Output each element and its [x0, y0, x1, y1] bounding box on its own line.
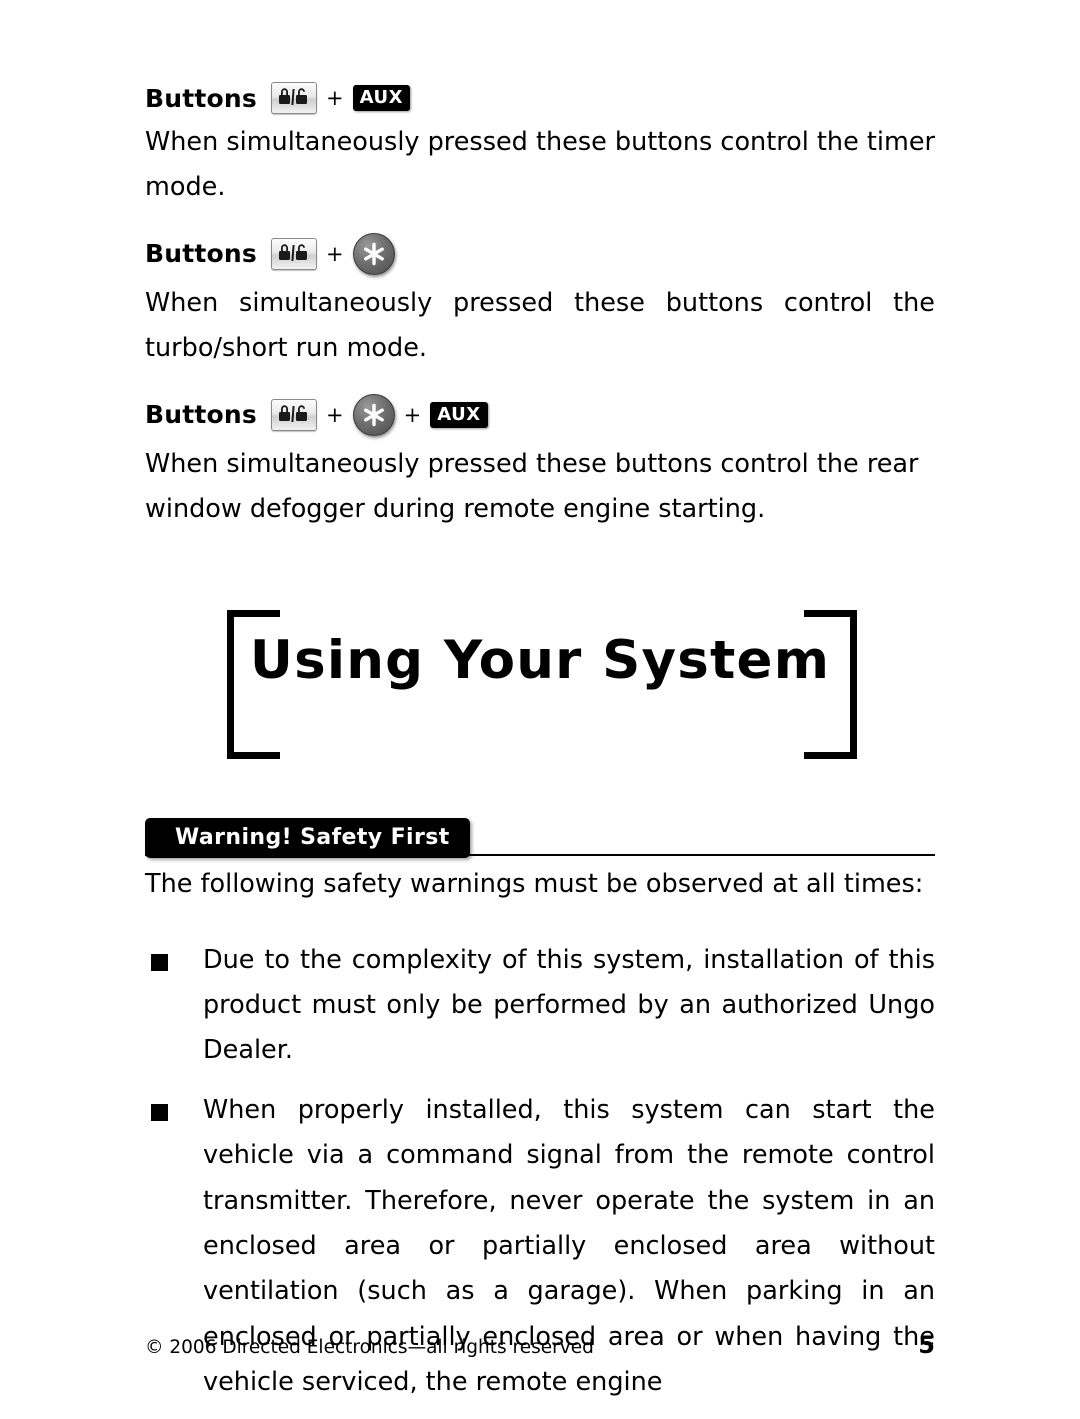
warning-header: Warning! Safety First	[145, 818, 935, 862]
page-content: Buttons + AUX When simultaneously presse…	[145, 60, 935, 1419]
warning-intro-text: The following safety warnings must be ob…	[145, 869, 924, 900]
copyright-notice: © 2006 Directed Electronics—all rights r…	[145, 1337, 594, 1358]
plus-symbol-3a: +	[326, 402, 344, 427]
square-bullet-icon	[151, 953, 168, 971]
aux-button-1: AUX	[352, 85, 410, 111]
buttons-heading-row-3: Buttons + + AUX	[145, 393, 935, 436]
list-item-text: Due to the complexity of this system, in…	[203, 944, 935, 1066]
star-button-2	[352, 232, 395, 275]
buttons-heading-row-2: Buttons +	[145, 232, 935, 275]
list-item: Due to the complexity of this system, in…	[145, 938, 935, 1074]
plus-symbol-3b: +	[403, 402, 422, 427]
section-body-1: When simultaneously pressed these button…	[145, 127, 935, 203]
section-body-2: When simultaneously pressed these button…	[145, 287, 935, 364]
warning-tab-label: Warning! Safety First	[145, 818, 470, 859]
aux-button-3: AUX	[430, 401, 488, 428]
buttons-label-2: Buttons	[145, 239, 258, 269]
lock-unlock-icon	[271, 237, 318, 270]
section-body-3: When simultaneously pressed these button…	[145, 448, 919, 524]
plus-symbol-2: +	[326, 241, 344, 266]
buttons-label-1: Buttons	[145, 83, 258, 113]
lock-unlock-icon	[271, 82, 318, 114]
chapter-title: Using Your System	[249, 630, 831, 692]
buttons-heading-row-1: Buttons + AUX	[145, 82, 935, 114]
star-button-3	[352, 393, 395, 436]
page-footer: © 2006 Directed Electronics—all rights r…	[145, 1331, 935, 1359]
page-number: 5	[918, 1331, 935, 1359]
lock-unlock-icon	[271, 398, 318, 431]
chapter-title-block: Using Your System	[145, 610, 935, 770]
document-page: Buttons + AUX When simultaneously presse…	[0, 0, 1080, 1397]
square-bullet-icon	[151, 1103, 168, 1121]
plus-symbol-1: +	[326, 86, 344, 110]
buttons-label-3: Buttons	[145, 400, 258, 429]
